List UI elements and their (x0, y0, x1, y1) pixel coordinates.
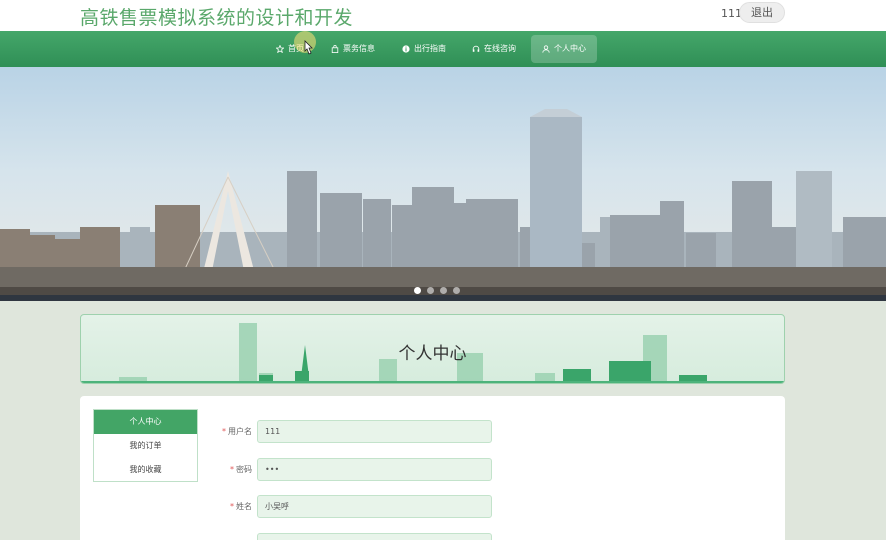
page-header: 个人中心 (80, 314, 785, 384)
nav-label: 个人中心 (554, 44, 586, 53)
required-marker: * (230, 465, 234, 474)
star-icon (276, 45, 284, 53)
site-title: 高铁售票模拟系统的设计和开发 (80, 7, 354, 29)
bag-icon (331, 45, 339, 53)
carousel-dot[interactable] (427, 287, 434, 294)
main-nav: 首页 票务信息 出行指南 在线咨询 个人中心 (0, 31, 886, 67)
side-menu: 个人中心 我的订单 我的收藏 (93, 409, 198, 482)
mouse-cursor-icon (302, 40, 314, 56)
name-label: * 姓名 (230, 502, 252, 511)
user-icon (542, 45, 550, 53)
logout-button[interactable]: 退出 (739, 2, 785, 23)
nav-label: 票务信息 (343, 44, 375, 53)
username-input[interactable]: 111 (257, 420, 492, 443)
city-skyline-image (0, 109, 886, 301)
page-title: 个人中心 (398, 344, 467, 364)
nav-item-guide[interactable]: 出行指南 (396, 35, 452, 63)
carousel-indicators (414, 287, 460, 294)
side-menu-item-profile[interactable]: 个人中心 (94, 410, 197, 434)
side-menu-item-orders[interactable]: 我的订单 (94, 434, 197, 458)
info-icon (402, 45, 410, 53)
password-label: * 密码 (230, 465, 252, 474)
hero-banner (0, 67, 886, 301)
name-input[interactable]: 小吴呼 (257, 495, 492, 518)
profile-content: 个人中心 我的订单 我的收藏 * 用户名 111 * 密码 ••• * 姓名 小吴呼 (80, 396, 785, 540)
side-menu-item-favorites[interactable]: 我的收藏 (94, 458, 197, 482)
top-bar: 高铁售票模拟系统的设计和开发 111 退出 (0, 0, 886, 31)
next-field-input[interactable] (257, 533, 492, 540)
nav-item-consult[interactable]: 在线咨询 (466, 35, 522, 63)
carousel-dot[interactable] (453, 287, 460, 294)
nav-item-profile[interactable]: 个人中心 (531, 35, 597, 63)
carousel-dot[interactable] (440, 287, 447, 294)
carousel-dot[interactable] (414, 287, 421, 294)
username-label: * 用户名 (222, 427, 252, 436)
nav-label: 在线咨询 (484, 44, 516, 53)
required-marker: * (230, 502, 234, 511)
nav-item-tickets[interactable]: 票务信息 (325, 35, 381, 63)
required-marker: * (222, 427, 226, 436)
headset-icon (472, 45, 480, 53)
password-input[interactable]: ••• (257, 458, 492, 481)
nav-label: 出行指南 (414, 44, 446, 53)
